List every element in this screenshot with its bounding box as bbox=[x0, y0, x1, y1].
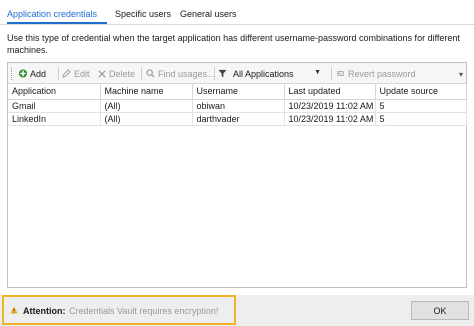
application-filter-select[interactable]: All Applications ▼ bbox=[227, 66, 325, 81]
credentials-panel: Add Edit Delete Find usages... All Appli… bbox=[7, 62, 467, 288]
cell-username: obiwan bbox=[192, 99, 285, 113]
attention-banner: Attention: Credentials Vault requires en… bbox=[2, 295, 236, 325]
column-header-machine-name[interactable]: Machine name bbox=[100, 84, 193, 100]
plus-circle-icon bbox=[18, 69, 28, 78]
revert-password-label: Revert password bbox=[348, 69, 416, 79]
toolbar: Add Edit Delete Find usages... All Appli… bbox=[8, 63, 466, 84]
pencil-icon bbox=[62, 69, 71, 78]
warning-triangle-icon bbox=[10, 306, 18, 314]
chevron-down-icon: ▼ bbox=[314, 69, 321, 76]
find-usages-label: Find usages... bbox=[158, 69, 215, 79]
toolbar-separator bbox=[214, 67, 215, 80]
x-icon bbox=[98, 70, 106, 78]
tab-application-credentials[interactable]: Application credentials bbox=[7, 9, 97, 19]
cell-username: darthvader bbox=[192, 112, 285, 126]
magnifier-icon bbox=[146, 69, 155, 78]
delete-button[interactable]: Delete bbox=[98, 68, 135, 80]
cell-last-updated: 10/23/2019 11:02 AM bbox=[284, 99, 376, 113]
cell-application: Gmail bbox=[8, 99, 101, 113]
active-tab-indicator bbox=[7, 22, 107, 24]
toolbar-separator bbox=[331, 67, 332, 80]
cell-machine-name: (All) bbox=[100, 99, 193, 113]
cell-application: LinkedIn bbox=[8, 112, 101, 126]
table-header-row: Application Machine name Username Last u… bbox=[8, 84, 467, 100]
attention-message: Credentials Vault requires encryption! bbox=[69, 306, 219, 316]
add-label: Add bbox=[30, 69, 47, 79]
ok-button[interactable]: OK bbox=[411, 301, 469, 320]
toolbar-separator bbox=[141, 67, 142, 80]
dialog-footer: Attention: Credentials Vault requires en… bbox=[0, 295, 474, 326]
column-header-update-source[interactable]: Update source bbox=[375, 84, 467, 100]
toolbar-grip[interactable] bbox=[11, 67, 14, 80]
edit-label: Edit bbox=[74, 69, 90, 79]
attention-label: Attention: bbox=[23, 306, 66, 316]
column-header-application[interactable]: Application bbox=[8, 84, 101, 100]
column-header-last-updated[interactable]: Last updated bbox=[284, 84, 376, 100]
cell-machine-name: (All) bbox=[100, 112, 193, 126]
edit-button[interactable]: Edit bbox=[62, 68, 90, 80]
tab-general-users[interactable]: General users bbox=[180, 9, 237, 19]
funnel-icon bbox=[218, 69, 227, 78]
toolbar-separator bbox=[58, 67, 59, 80]
description-text: Use this type of credential when the tar… bbox=[7, 33, 460, 55]
cell-update-source: 5 bbox=[375, 99, 467, 113]
table-row[interactable]: Gmail (All) obiwan 10/23/2019 11:02 AM 5 bbox=[8, 99, 467, 113]
revert-icon bbox=[337, 71, 344, 76]
delete-label: Delete bbox=[109, 69, 136, 79]
find-usages-button[interactable]: Find usages... bbox=[146, 68, 215, 80]
table-row[interactable]: LinkedIn (All) darthvader 10/23/2019 11:… bbox=[8, 112, 467, 126]
cell-last-updated: 10/23/2019 11:02 AM bbox=[284, 112, 376, 126]
toolbar-overflow-icon[interactable]: ▾ bbox=[459, 70, 463, 79]
cell-update-source: 5 bbox=[375, 112, 467, 126]
column-header-username[interactable]: Username bbox=[192, 84, 285, 100]
filter-selected-value: All Applications bbox=[233, 69, 294, 79]
tab-bar: Application credentials Specific users G… bbox=[0, 0, 474, 25]
add-button[interactable]: Add bbox=[18, 68, 46, 80]
revert-password-button[interactable]: Revert password bbox=[336, 68, 416, 80]
credentials-table: Application Machine name Username Last u… bbox=[8, 84, 467, 126]
tab-specific-users[interactable]: Specific users bbox=[115, 9, 171, 19]
